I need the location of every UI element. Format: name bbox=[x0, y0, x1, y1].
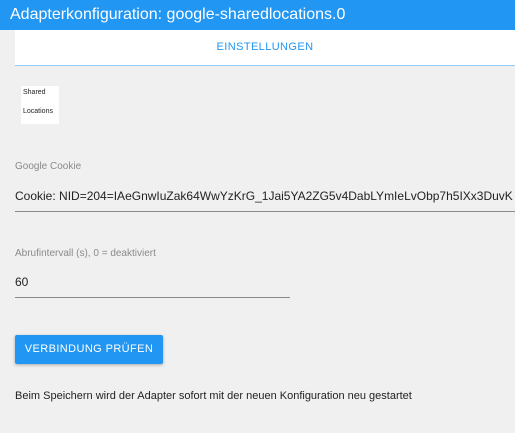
adapter-logo: Shared Locations bbox=[21, 86, 59, 124]
restart-note: Beim Speichern wird der Adapter sofort m… bbox=[15, 390, 412, 402]
poll-interval-label: Abrufintervall (s), 0 = deaktiviert bbox=[15, 248, 156, 259]
check-connection-button[interactable]: VERBINDUNG PRÜFEN bbox=[15, 335, 163, 364]
window-title: Adapterkonfiguration: google-sharedlocat… bbox=[0, 0, 515, 30]
logo-text-line1: Shared bbox=[23, 89, 46, 96]
google-cookie-label: Google Cookie bbox=[15, 161, 82, 172]
tab-settings[interactable]: EINSTELLUNGEN bbox=[15, 30, 515, 65]
poll-interval-input[interactable]: 60 bbox=[15, 272, 290, 298]
tab-bar: EINSTELLUNGEN bbox=[15, 30, 515, 66]
google-cookie-input[interactable]: Cookie: NID=204=IAeGnwIuZak64WwYzKrG_1Ja… bbox=[15, 186, 515, 212]
logo-text-line2: Locations bbox=[23, 108, 53, 115]
